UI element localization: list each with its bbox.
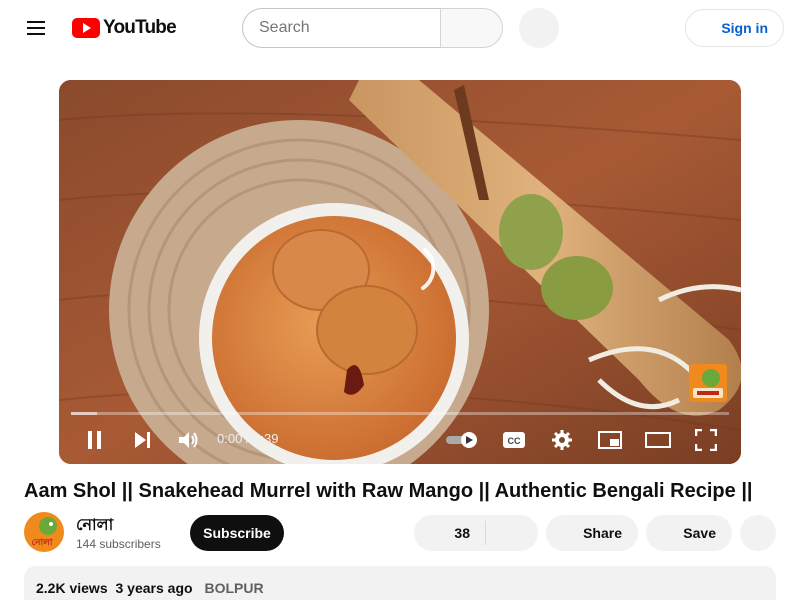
subscriber-count: 144 subscribers <box>76 537 161 551</box>
channel-avatar-image: নোলা <box>24 512 64 552</box>
gear-icon <box>552 430 572 450</box>
volume-icon <box>179 432 198 448</box>
voice-search-button[interactable] <box>519 8 559 48</box>
menu-icon[interactable] <box>16 8 56 48</box>
autoplay-toggle-icon <box>446 432 477 448</box>
like-button[interactable]: 38 <box>414 515 486 551</box>
closed-captions-icon: CC <box>503 432 525 448</box>
youtube-wordmark: YouTube <box>103 17 177 38</box>
channel-avatar-text: নোলা <box>32 538 53 548</box>
video-title: Aam Shol || Snakehead Murrel with Raw Ma… <box>24 480 753 502</box>
save-label: Save <box>683 525 716 541</box>
theater-mode-button[interactable] <box>644 426 672 454</box>
upload-age: 3 years ago <box>115 580 193 596</box>
theater-mode-icon <box>645 432 671 448</box>
time-current: 0:00 <box>217 431 243 446</box>
settings-button[interactable] <box>548 426 576 454</box>
video-frame <box>59 80 741 464</box>
fullscreen-button[interactable] <box>692 426 720 454</box>
more-actions-button[interactable] <box>740 515 776 551</box>
sign-in-button[interactable]: Sign in <box>685 9 784 47</box>
pause-icon <box>88 431 101 449</box>
fullscreen-icon <box>695 429 717 451</box>
mute-button[interactable] <box>175 426 203 454</box>
sign-in-label: Sign in <box>721 20 768 36</box>
miniplayer-icon <box>598 431 622 449</box>
search-icon <box>463 20 477 33</box>
share-button[interactable]: Share <box>546 515 638 551</box>
masthead: YouTube Sign in <box>0 0 800 56</box>
time-duration: 5:39 <box>253 431 279 446</box>
progress-bar[interactable] <box>71 412 729 415</box>
progress-buffered <box>71 412 98 415</box>
autoplay-toggle[interactable] <box>445 426 481 454</box>
time-separator: / <box>242 431 254 446</box>
youtube-logo[interactable]: YouTube <box>72 16 177 40</box>
search-bar <box>242 8 503 48</box>
dislike-button[interactable] <box>486 515 538 551</box>
next-button[interactable] <box>129 426 157 454</box>
view-count: 2.2K views <box>36 580 108 596</box>
share-label: Share <box>583 525 622 541</box>
miniplayer-button[interactable] <box>596 426 624 454</box>
pause-button[interactable] <box>81 426 109 454</box>
search-button[interactable] <box>440 8 503 48</box>
save-button[interactable]: Save <box>646 515 732 551</box>
location-tag[interactable]: BOLPUR <box>204 580 263 596</box>
video-player[interactable]: 0:00 / 5:39 CC <box>59 80 741 464</box>
skip-next-icon <box>135 432 150 448</box>
like-dislike-group: 38 <box>414 515 538 551</box>
like-count: 38 <box>454 525 470 541</box>
channel-name[interactable]: নোলা <box>76 512 113 539</box>
svg-text:CC: CC <box>508 436 521 446</box>
search-input[interactable] <box>242 8 440 48</box>
subscribe-button[interactable]: Subscribe <box>190 515 284 551</box>
channel-watermark[interactable] <box>689 364 727 402</box>
description-box[interactable]: 2.2K views 3 years ago BOLPUR <box>24 566 776 600</box>
description-meta: 2.2K views 3 years ago BOLPUR <box>36 580 268 596</box>
subscribe-label: Subscribe <box>203 525 271 541</box>
youtube-play-icon <box>72 18 100 38</box>
channel-avatar[interactable]: নোলা <box>24 512 64 552</box>
time-display: 0:00 / 5:39 <box>217 431 278 446</box>
subtitles-button[interactable]: CC <box>500 426 528 454</box>
